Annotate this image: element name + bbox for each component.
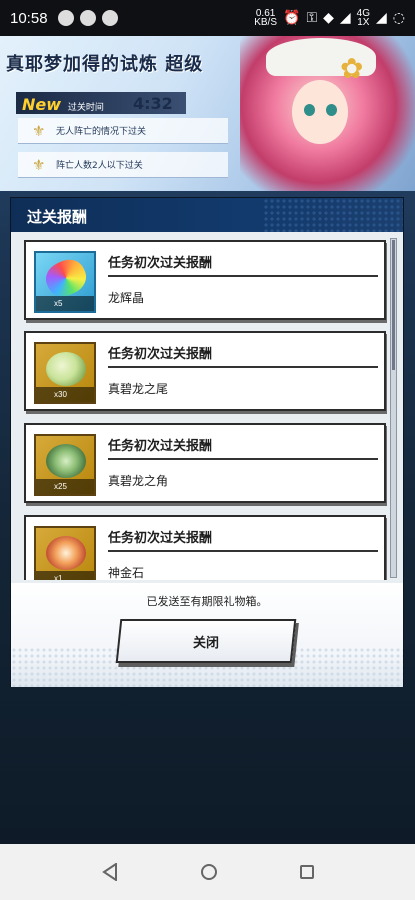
reward-card: x1 任务初次过关报酬 神金石 bbox=[24, 515, 386, 580]
reward-card: x30 任务初次过关报酬 真碧龙之尾 bbox=[24, 331, 386, 411]
wifi-icon: ◆ bbox=[323, 10, 334, 26]
home-icon[interactable] bbox=[200, 864, 217, 880]
reward-quantity: x1 bbox=[36, 571, 94, 580]
divider bbox=[108, 275, 378, 277]
reward-list[interactable]: x5 任务初次过关报酬 龙辉晶 x30 任务初次过关报酬 真碧龙之尾 x25 任… bbox=[24, 240, 387, 580]
divine-gold-stone-icon: x1 bbox=[34, 526, 96, 580]
network-type: 4G 1X bbox=[356, 8, 370, 28]
dialog-title: 过关报酬 bbox=[27, 208, 88, 226]
message-notification-icon bbox=[57, 10, 74, 26]
divider bbox=[108, 366, 378, 368]
close-button[interactable]: 关闭 bbox=[115, 619, 297, 663]
recent-apps-icon[interactable] bbox=[299, 865, 314, 879]
divider bbox=[108, 550, 378, 552]
scrollbar-thumb[interactable] bbox=[392, 240, 395, 370]
network-speed: 0.61 KB/S bbox=[254, 8, 277, 28]
condition-text: 无人阵亡的情况下过关 bbox=[56, 127, 147, 137]
status-bar: 10:58 0.61 KB/S ⏰ ⚿ ◆ ◢ 4G 1X ◢ ◌ bbox=[0, 0, 415, 36]
key-icon: ⚿ bbox=[306, 10, 318, 26]
footer-message: 已发送至有期限礼物箱。 bbox=[146, 595, 268, 608]
dialog-header: 过关报酬 bbox=[11, 198, 403, 232]
reward-card: x5 任务初次过关报酬 龙辉晶 bbox=[24, 240, 386, 320]
dialog-footer: 已发送至有期限礼物箱。 关闭 bbox=[11, 583, 403, 687]
reward-quantity: x5 bbox=[36, 296, 94, 311]
stage-title: 真耶梦加得的试炼 超级 bbox=[6, 54, 204, 75]
clock: 10:58 bbox=[10, 9, 48, 27]
back-icon[interactable] bbox=[101, 863, 118, 881]
close-button-label: 关闭 bbox=[192, 635, 219, 651]
rainbow-crystal-icon: x5 bbox=[34, 251, 96, 313]
reward-dialog: 过关报酬 x5 任务初次过关报酬 龙辉晶 x30 任务初次过关报酬 真碧龙之尾 … bbox=[10, 197, 404, 687]
condition-row: ⚜ 无人阵亡的情况下过关 bbox=[18, 118, 228, 144]
signal-icon-2: ◢ bbox=[376, 10, 387, 26]
dragon-horn-icon: x25 bbox=[34, 434, 96, 496]
reward-card: x25 任务初次过关报酬 真碧龙之角 bbox=[24, 423, 386, 503]
reward-list-scrollbar[interactable] bbox=[390, 238, 397, 578]
reward-item-name: 神金石 bbox=[108, 566, 145, 580]
reward-title: 任务初次过关报酬 bbox=[108, 439, 213, 454]
fleur-icon: ⚜ bbox=[32, 156, 46, 174]
stage-timer: 4:32 bbox=[133, 94, 173, 113]
new-badge: New bbox=[22, 95, 62, 114]
reward-item-name: 龙辉晶 bbox=[108, 291, 145, 305]
wechat-notification-icon bbox=[79, 10, 96, 26]
condition-row: ⚜ 阵亡人数2人以下过关 bbox=[18, 152, 228, 178]
reward-item-name: 真碧龙之尾 bbox=[108, 382, 169, 396]
reward-title: 任务初次过关报酬 bbox=[108, 347, 213, 362]
character-face bbox=[292, 80, 348, 144]
reward-quantity: x30 bbox=[36, 387, 94, 402]
fleur-icon: ⚜ bbox=[32, 122, 46, 140]
dragon-tail-icon: x30 bbox=[34, 342, 96, 404]
time-label: 过关时间 bbox=[67, 103, 104, 113]
reward-item-name: 真碧龙之角 bbox=[108, 474, 169, 488]
flash-notification-icon bbox=[101, 10, 118, 26]
reward-quantity: x25 bbox=[36, 479, 94, 494]
flower-icon: ✿ bbox=[340, 52, 364, 85]
reward-title: 任务初次过关报酬 bbox=[108, 531, 213, 546]
divider bbox=[108, 458, 378, 460]
character-eye bbox=[326, 104, 337, 116]
character-eye bbox=[304, 104, 315, 116]
battery-icon: ◌ bbox=[392, 10, 405, 26]
navigation-bar bbox=[0, 844, 415, 900]
signal-icon: ◢ bbox=[339, 10, 351, 26]
alarm-icon: ⏰ bbox=[283, 10, 301, 26]
reward-title: 任务初次过关报酬 bbox=[108, 256, 213, 271]
condition-text: 阵亡人数2人以下过关 bbox=[56, 161, 143, 171]
